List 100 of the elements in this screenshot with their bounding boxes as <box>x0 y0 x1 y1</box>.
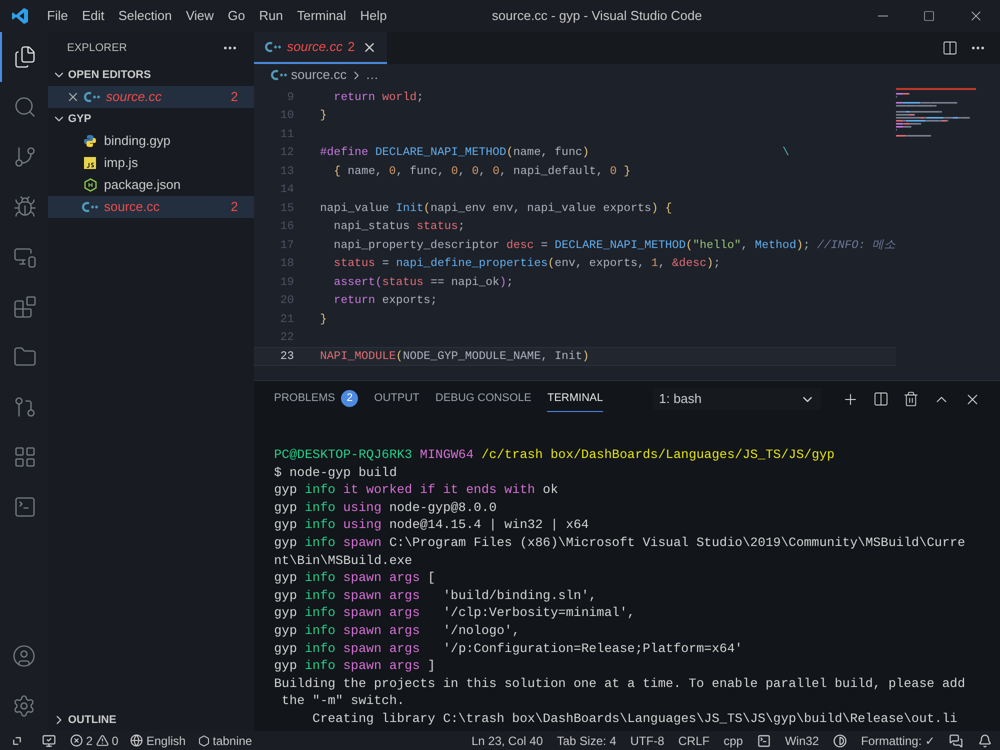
status-item[interactable]: UTF-8 <box>630 732 664 750</box>
line-number: 17 <box>279 238 295 254</box>
line-number: 10 <box>279 108 295 124</box>
settings-icon[interactable] <box>12 694 36 718</box>
problems-status[interactable]: 2 0 <box>70 732 118 750</box>
menu-item[interactable]: View <box>178 6 221 26</box>
status-item[interactable]: CRLF <box>678 732 710 750</box>
close-icon[interactable] <box>66 90 80 104</box>
terminal-line: gyp info using node@14.15.4 | win32 | x64 <box>274 516 589 534</box>
grid-icon <box>13 445 37 469</box>
terminal-icon[interactable] <box>756 734 771 748</box>
language-status[interactable]: English <box>130 732 186 750</box>
file-name: binding.gyp <box>104 132 172 150</box>
cpp-file-icon <box>83 91 101 103</box>
menu-item[interactable]: File <box>40 6 75 26</box>
split-terminal-icon[interactable] <box>873 391 889 407</box>
terminal-line: gyp info spawn args '/nologo', <box>274 622 520 640</box>
terminal-line: PC@DESKTOP-RQJ6RK3 MINGW64 /c/trash box/DashBoards/Languages/JS_TS/JS/gyp <box>274 446 835 464</box>
bell-icon[interactable] <box>978 734 992 748</box>
file-name: source.cc <box>106 88 163 106</box>
terminal-select[interactable]: 1: bash <box>653 388 821 410</box>
file-name: package.json <box>104 176 182 194</box>
panel-tab[interactable]: OUTPUT <box>374 386 420 412</box>
js-file-icon <box>84 157 96 169</box>
account-icon[interactable] <box>12 644 36 668</box>
terminal-line: gyp info spawn args '/clp:Verbosity=minimal', <box>274 604 635 622</box>
line-number: 12 <box>279 145 295 162</box>
terminal-line: gyp info spawn args ] <box>274 657 436 675</box>
line-number: 18 <box>279 256 295 272</box>
source-control-icon <box>13 145 37 169</box>
line-number: 23 <box>279 348 295 365</box>
breadcrumb-item[interactable]: source.cc <box>291 65 347 85</box>
cpp-file-icon <box>81 201 99 213</box>
line-number: 14 <box>279 182 295 198</box>
code-line: napi_value Init(napi_env env, napi_value exports) { <box>320 200 672 217</box>
file-name: source.cc <box>104 198 161 216</box>
code-line: napi_status status; <box>332 219 465 236</box>
editor-tab[interactable]: source.cc 2 <box>254 32 387 64</box>
error-count: 2 <box>348 38 355 56</box>
tabnine-status[interactable]: tabnine <box>198 732 252 750</box>
sidebar-title: EXPLORER <box>67 40 127 56</box>
line-number: 22 <box>279 330 295 346</box>
terminal-line: gyp info spawn args '/p:Configuration=Release;Platform=x64' <box>274 640 742 658</box>
terminal-line: gyp info spawn C:\Program Files (x86)\Microsoft Visual Studio\2019\Community\MSBuild\Curre <box>274 534 966 552</box>
menu-item[interactable]: Selection <box>111 6 179 26</box>
menu-item[interactable]: Terminal <box>290 6 354 26</box>
explorer-entry[interactable]: source.cc 2 <box>48 196 254 218</box>
search-icon <box>13 95 37 119</box>
code-line: status = napi_define_properties(env, exports, 1, &desc); <box>332 256 720 272</box>
section-header[interactable]: OPEN EDITORS <box>48 64 254 86</box>
status-item[interactable]: Formatting: ✓ <box>860 732 935 750</box>
error-icon <box>70 734 83 747</box>
code-line: } <box>320 312 327 328</box>
menu-item[interactable]: Run <box>252 6 290 26</box>
code-line: napi_property_descriptor desc = DECLARE_NAPI_METHOD("hello", Method); //INFO: 메소 <box>332 238 896 254</box>
status-item[interactable]: Ln 23, Col 40 <box>471 732 543 750</box>
panel-tab[interactable]: DEBUG CONSOLE <box>435 386 532 412</box>
terminal-line: Building the projects in this solution one at a time. To enable parallel build, please add <box>274 674 966 692</box>
terminal-line: $ node-gyp build <box>274 464 397 482</box>
breadcrumb-item[interactable]: … <box>366 65 379 85</box>
open-editor-entry[interactable]: source.cc 2 <box>48 86 254 108</box>
terminal-line: the "-m" switch. <box>280 692 405 710</box>
panel-tab[interactable]: TERMINAL <box>547 386 603 412</box>
extensions-icon <box>13 295 37 319</box>
line-number: 13 <box>279 164 295 180</box>
problems-count: 2 <box>341 390 358 407</box>
terminal-line: nt\Bin\MSBuild.exe <box>274 552 412 570</box>
status-item[interactable]: Win32 <box>784 732 819 750</box>
status-item[interactable]: cpp <box>724 732 743 750</box>
monitor-icon[interactable] <box>42 734 56 748</box>
code-line: return world; <box>332 90 424 106</box>
window-title: source.cc - gyp - Visual Studio Code <box>490 7 703 26</box>
line-number: 9 <box>286 90 295 106</box>
panel-tab[interactable]: PROBLEMS 2 <box>274 386 358 412</box>
contrast-icon[interactable] <box>832 734 847 748</box>
feedback-icon[interactable] <box>949 734 963 748</box>
terminal-line: Creating library C:\trash box\DashBoards\Languages\JS_TS\JS\gyp\build\Release\out.li <box>311 710 958 728</box>
menu-item[interactable]: Edit <box>74 6 112 26</box>
line-number: 11 <box>279 126 295 143</box>
warning-icon <box>96 734 109 747</box>
hexagon-icon <box>198 734 210 746</box>
code-line: NAPI_MODULE(NODE_GYP_MODULE_NAME, Init) <box>320 348 590 365</box>
cpp-file-icon <box>270 69 288 81</box>
trash-icon[interactable] <box>903 391 919 407</box>
status-item[interactable]: Tab Size: 4 <box>556 732 616 750</box>
error-count: 2 <box>230 198 238 216</box>
git-graph-icon <box>13 395 37 419</box>
code-line: return exports; <box>332 293 438 310</box>
terminal-line: gyp info using node-gyp@8.0.0 <box>274 498 497 516</box>
maximize-icon[interactable] <box>923 10 935 22</box>
explorer-entry[interactable]: binding.gyp <box>48 130 254 152</box>
explorer-entry[interactable]: package.json <box>48 174 254 196</box>
section-header[interactable]: OUTLINE <box>48 709 254 731</box>
explorer-entry[interactable]: imp.js <box>48 152 254 174</box>
split-editor-icon[interactable] <box>942 40 958 56</box>
menu-item[interactable]: Go <box>220 6 252 26</box>
line-number: 20 <box>279 293 295 310</box>
section-header[interactable]: GYP <box>48 108 254 130</box>
menu-item[interactable]: Help <box>353 6 394 26</box>
line-number: 16 <box>279 219 295 236</box>
